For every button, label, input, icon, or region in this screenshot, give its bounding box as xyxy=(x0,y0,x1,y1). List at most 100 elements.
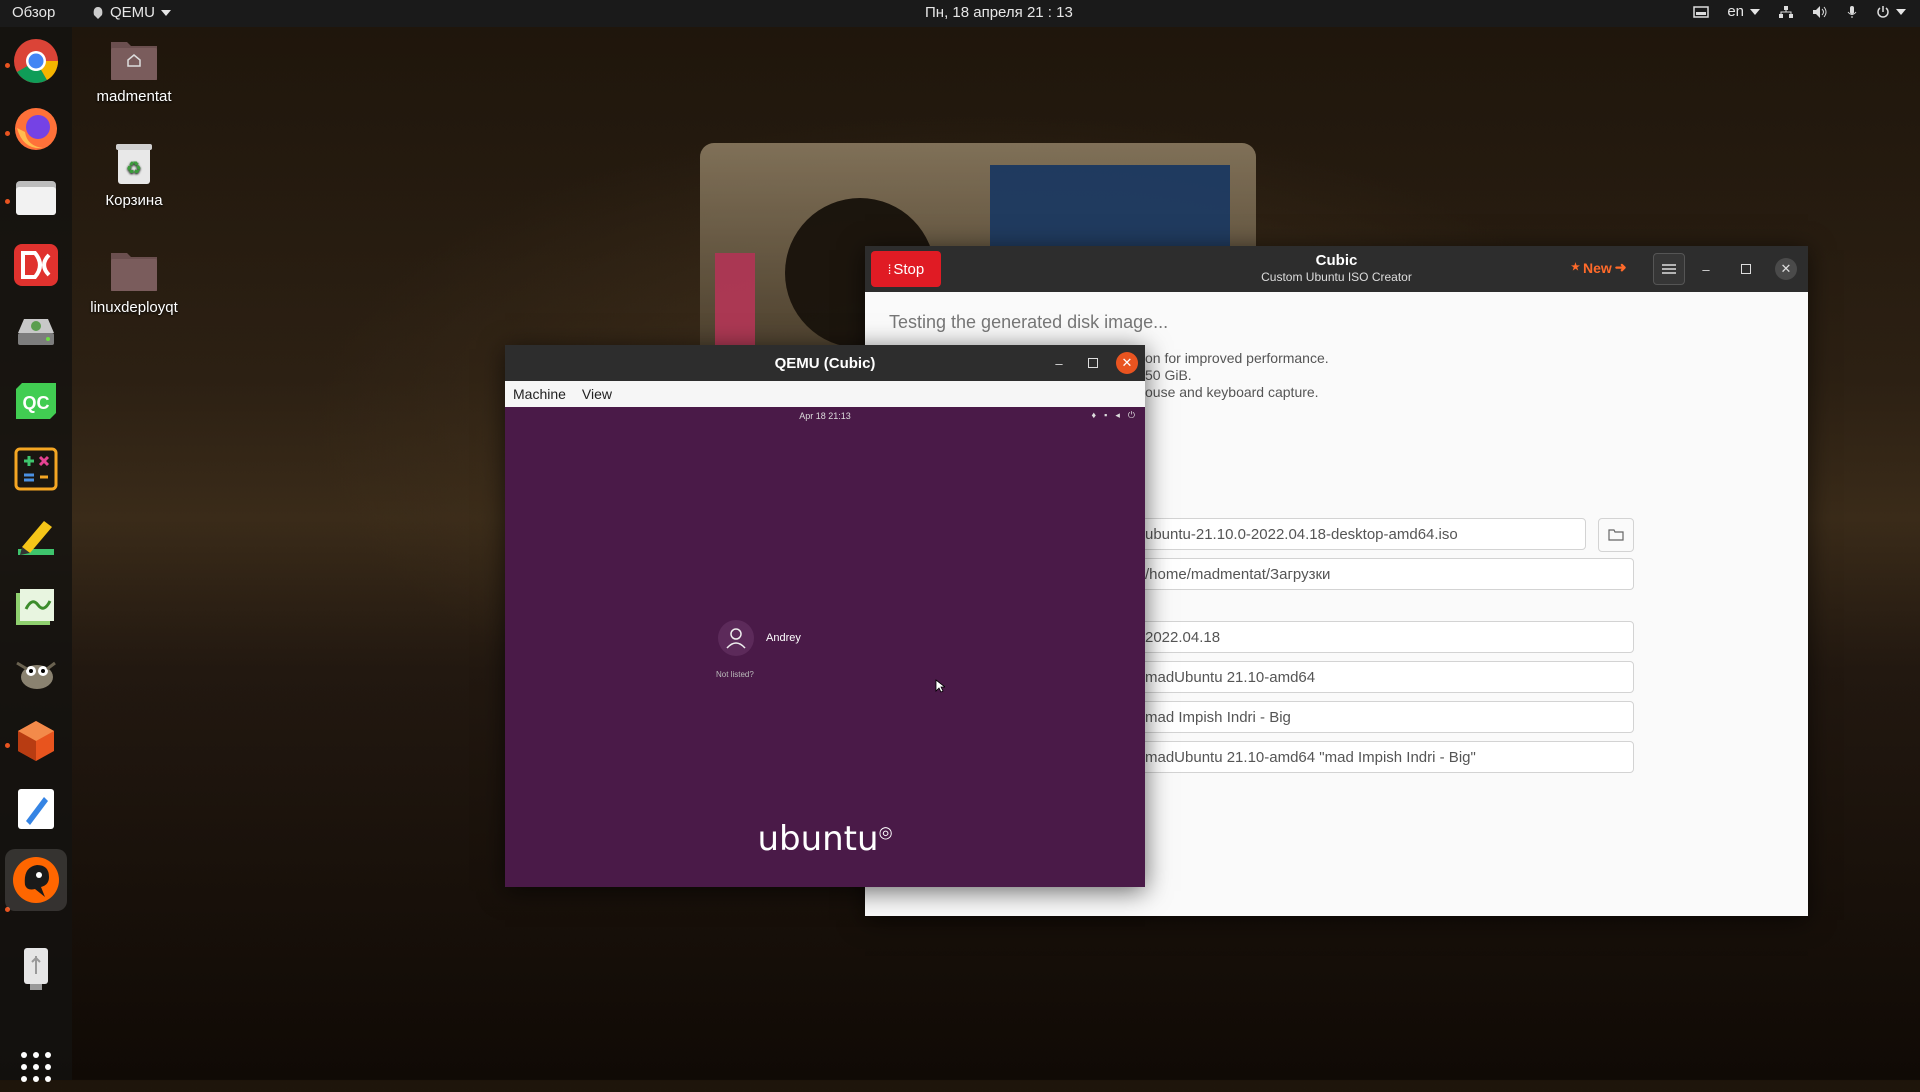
directory-field[interactable]: /home/madmentat/Загрузки xyxy=(1140,558,1634,590)
desktop-icon-label: linuxdeployqt xyxy=(90,299,178,316)
network-icon: ▪ xyxy=(1104,410,1108,420)
arrow-right-icon: ➜ xyxy=(1614,259,1627,275)
mouse-cursor-icon xyxy=(935,679,945,693)
home-folder-icon xyxy=(111,42,157,80)
info-line: 50 GiB. xyxy=(1145,367,1192,383)
power-icon xyxy=(1877,5,1889,18)
maximize-icon xyxy=(1741,264,1751,274)
firefox-icon xyxy=(15,108,57,150)
app-menu[interactable]: QEMU xyxy=(92,4,171,21)
qemu-icon xyxy=(13,857,59,903)
close-button[interactable]: ✕ xyxy=(1775,258,1797,280)
desktop-icon-label: Корзина xyxy=(105,192,163,209)
cubic-titlebar: ⁞ Stop Cubic Custom Ubuntu ISO Creator ★ N… xyxy=(865,246,1808,292)
dock-disk[interactable] xyxy=(11,308,61,358)
dock-qemu[interactable] xyxy=(5,849,67,911)
running-indicator xyxy=(5,199,10,204)
chevron-down-icon xyxy=(1750,8,1760,15)
hamburger-menu-button[interactable] xyxy=(1653,253,1685,285)
guest-clock: Apr 18 21:13 xyxy=(799,411,851,421)
apps-grid-icon xyxy=(21,1052,51,1082)
qtcreator-icon: QC xyxy=(16,383,56,419)
volume-icon[interactable] xyxy=(1812,5,1828,19)
dock-chrome[interactable] xyxy=(11,36,61,86)
qemu-maximize-button[interactable] xyxy=(1082,352,1104,374)
dropbox-icon xyxy=(14,244,58,286)
disk-name-field[interactable]: madUbuntu 21.10-amd64 "mad Impish Indri … xyxy=(1140,741,1634,773)
screen-icon[interactable] xyxy=(1693,5,1710,19)
running-indicator xyxy=(5,743,10,748)
menu-view[interactable]: View xyxy=(582,386,612,402)
dock-gimp[interactable] xyxy=(11,648,61,698)
minimize-icon: – xyxy=(1055,355,1063,371)
running-indicator xyxy=(5,131,10,136)
guest-user-entry[interactable]: Andrey xyxy=(718,620,801,656)
dock-cubic[interactable] xyxy=(11,716,61,766)
menu-icon xyxy=(1662,264,1676,274)
ubuntu-logo: ubuntu◎ xyxy=(505,819,1145,859)
maximize-icon xyxy=(1088,358,1098,368)
running-indicator xyxy=(5,63,10,68)
new-label: New xyxy=(1582,259,1612,276)
disk-icon xyxy=(18,319,54,345)
power-menu[interactable] xyxy=(1876,5,1906,19)
app-menu-label: QEMU xyxy=(110,4,155,21)
guest-username: Andrey xyxy=(766,632,801,644)
dock-text-editor[interactable] xyxy=(11,784,61,834)
star-icon: ★ xyxy=(1571,262,1580,273)
desktop-icon-trash[interactable]: ♻ Корзина xyxy=(79,140,189,209)
show-apps-button[interactable] xyxy=(11,1042,61,1092)
qemu-small-icon xyxy=(93,6,103,19)
dock-firefox[interactable] xyxy=(11,104,61,154)
qemu-close-button[interactable]: ✕ xyxy=(1116,352,1138,374)
folder-open-icon xyxy=(1608,529,1624,541)
desktop-icon-label: madmentat xyxy=(96,88,172,105)
svg-text:QC: QC xyxy=(23,393,50,413)
close-icon: ✕ xyxy=(1780,261,1792,276)
chevron-down-icon xyxy=(1896,8,1906,15)
top-bar: Обзор QEMU Пн, 18 апреля 21 : 13 en xyxy=(0,0,1920,27)
new-button[interactable]: ★ New ➜ xyxy=(1571,259,1627,276)
qemu-minimize-button[interactable]: – xyxy=(1048,352,1070,374)
clock[interactable]: Пн, 18 апреля 21 : 13 xyxy=(925,4,1073,21)
release-name-field[interactable]: mad Impish Indri - Big xyxy=(1140,701,1634,733)
iso-filename-field[interactable]: ubuntu-21.10.0-2022.04.18-desktop-amd64.… xyxy=(1140,518,1586,550)
guest-screen[interactable]: Apr 18 21:13 ♦ ▪ ◂ ⏻ Andrey Not listed? … xyxy=(505,407,1145,887)
activities-button[interactable]: Обзор xyxy=(12,4,55,21)
keyboard-layout[interactable]: en xyxy=(1727,3,1760,20)
desktop-icon-home[interactable]: madmentat xyxy=(79,36,189,105)
not-listed-link[interactable]: Not listed? xyxy=(716,670,754,679)
kate-icon xyxy=(16,589,54,625)
dock: QC xyxy=(0,27,72,1082)
avatar xyxy=(718,620,754,656)
dock-editor[interactable] xyxy=(11,512,61,562)
qemu-menubar: Machine View xyxy=(505,381,1145,407)
chevron-down-icon xyxy=(161,9,171,16)
text-editor-icon xyxy=(18,789,54,829)
menu-machine[interactable]: Machine xyxy=(513,386,566,402)
accessibility-icon: ♦ xyxy=(1091,410,1097,420)
browse-folder-button[interactable] xyxy=(1598,518,1634,552)
dock-kate[interactable] xyxy=(11,580,61,630)
version-field[interactable]: 2022.04.18 xyxy=(1140,621,1634,653)
files-icon xyxy=(16,181,56,215)
maximize-button[interactable] xyxy=(1735,258,1757,280)
dock-qtcreator[interactable]: QC xyxy=(11,376,61,426)
network-icon[interactable] xyxy=(1778,5,1794,19)
svg-text:♻: ♻ xyxy=(126,158,142,179)
dock-usb[interactable] xyxy=(11,944,61,994)
volume-id-field[interactable]: madUbuntu 21.10-amd64 xyxy=(1140,661,1634,693)
folder-icon xyxy=(111,253,157,291)
info-line: ouse and keyboard capture. xyxy=(1145,384,1319,400)
info-line: on for improved performance. xyxy=(1145,350,1329,366)
minimize-button[interactable]: – xyxy=(1695,258,1717,280)
dock-dropbox-like[interactable] xyxy=(11,240,61,290)
ubuntu-logo-text: ubuntu xyxy=(757,819,879,859)
dock-files[interactable] xyxy=(11,172,61,222)
desktop-icon-linuxdeployqt[interactable]: linuxdeployqt xyxy=(79,247,189,316)
user-icon xyxy=(726,628,746,649)
qemu-titlebar: QEMU (Cubic) – ✕ xyxy=(505,345,1145,381)
microphone-icon[interactable] xyxy=(1846,5,1858,19)
cubic-icon xyxy=(18,721,54,761)
dock-calculator[interactable] xyxy=(11,444,61,494)
